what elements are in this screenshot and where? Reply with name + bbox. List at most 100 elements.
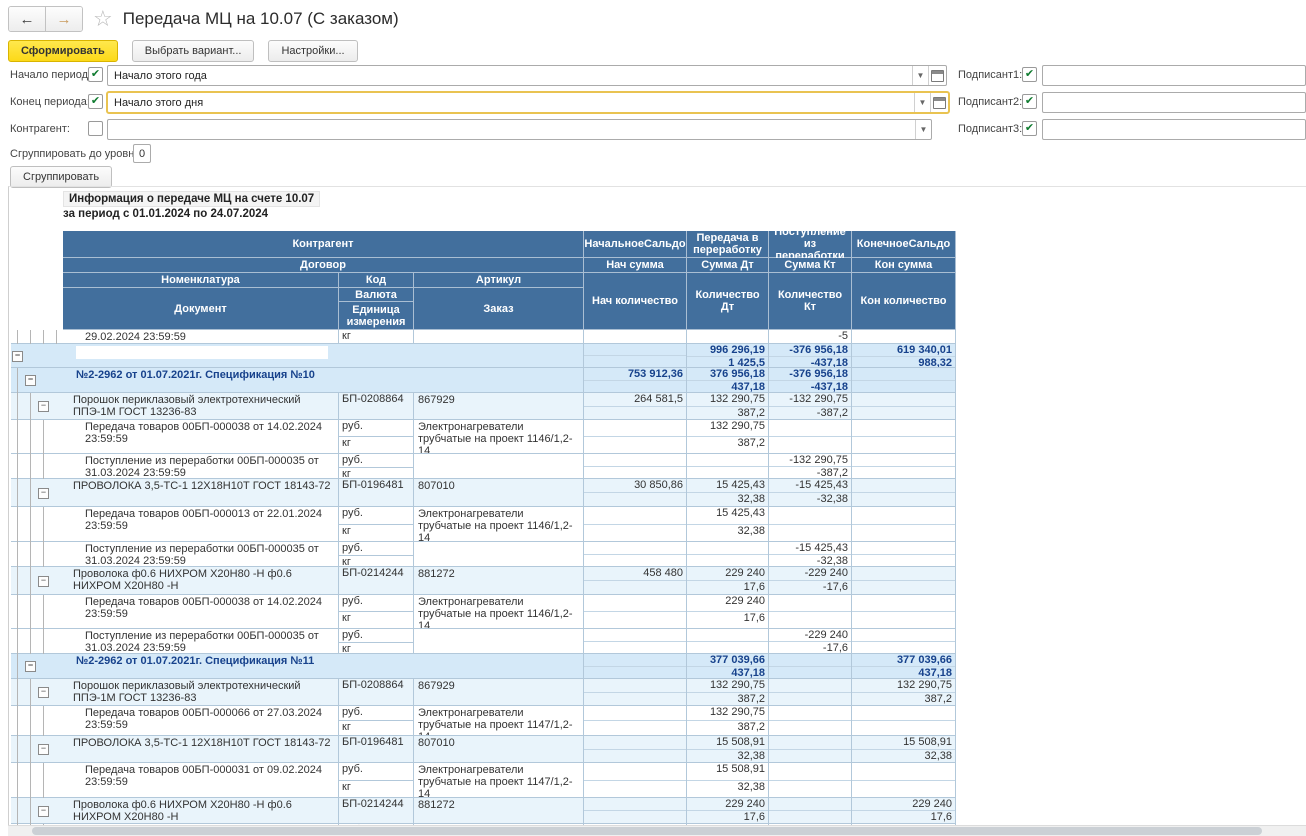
tree-slot: − (24, 368, 37, 392)
period-start-field[interactable]: Начало этого года ▼ (107, 65, 947, 86)
n3-top-value: -15 425,43 (769, 479, 851, 493)
check-icon: ✔ (90, 68, 101, 80)
tree-slot (11, 629, 24, 654)
col-transfer: Передача в переработку (687, 231, 769, 258)
horizontal-scrollbar[interactable] (8, 825, 1306, 836)
row-cells: №2-2962 от 01.07.2021г. Спецификация №11… (63, 654, 956, 678)
collapse-toggle-icon[interactable]: − (38, 805, 49, 817)
counterparty-dropdown-button[interactable]: ▼ (915, 120, 931, 139)
code-currency-cell: БП-0196481 (339, 736, 414, 762)
tree-slot (24, 629, 37, 654)
collapse-toggle-icon[interactable]: − (38, 744, 49, 755)
tree-gutter: − (11, 393, 63, 420)
counterparty-field[interactable]: ▼ (107, 119, 932, 140)
signer2-checkbox[interactable]: ✔ (1022, 94, 1037, 109)
collapse-toggle-icon[interactable]: − (25, 661, 36, 672)
n2-cell: 229 24017,6 (687, 567, 769, 594)
col-document: Документ (63, 288, 339, 330)
period-start-dropdown-button[interactable]: ▼ (912, 66, 928, 85)
n4-cell (852, 330, 956, 343)
tree-slot: − (37, 736, 50, 762)
collapse-toggle-icon[interactable]: − (38, 687, 49, 698)
n4-top-value: 377 039,66 (852, 654, 955, 667)
scrollbar-thumb[interactable] (32, 827, 1262, 835)
table-header: Контрагент НачальноеСальдо Передача в пе… (63, 226, 956, 330)
signer3-label: Подписант3: (958, 123, 1023, 135)
collapse-toggle-icon[interactable]: − (12, 350, 23, 362)
collapse-toggle-icon[interactable]: − (38, 575, 49, 587)
period-end-value: Начало этого дня (114, 96, 204, 109)
period-end-calendar-button[interactable] (930, 93, 948, 112)
n4-cell (852, 420, 956, 453)
n4-cell: 619 340,01 988,32 (852, 344, 956, 367)
collapse-toggle-icon[interactable]: − (25, 375, 36, 386)
forward-button[interactable]: → (45, 7, 82, 31)
code-currency-cell: кг (339, 330, 414, 343)
tree-line (17, 798, 18, 824)
collapse-toggle-icon[interactable]: − (38, 487, 49, 499)
period-start-calendar-button[interactable] (928, 66, 946, 85)
n3-top-value (769, 706, 851, 721)
group-cell: №2-2962 от 01.07.2021г. Спецификация №11 (63, 654, 584, 678)
n2-bottom-value: 1 425,5 (728, 357, 765, 367)
signer1-field[interactable] (1042, 65, 1306, 86)
n1-cell (584, 420, 687, 453)
col-opening-qty: Нач количество (584, 273, 687, 330)
col-closing-balance: КонечноеСальдо (852, 231, 956, 258)
tree-slot: − (37, 679, 50, 705)
signer2-field[interactable] (1042, 92, 1306, 113)
n1-top-value (584, 706, 686, 721)
tree-line (17, 454, 18, 479)
table-row: Передача товаров 00БП-000013 от 22.01.20… (11, 507, 956, 542)
n3-cell: -132 290,75 -387,2 (769, 393, 852, 419)
settings-button[interactable]: Настройки... (268, 40, 358, 62)
period-end-checkbox[interactable]: ✔ (88, 94, 103, 109)
n4-bottom-value (852, 721, 955, 735)
tree-line (17, 595, 18, 629)
signer3-field[interactable] (1042, 119, 1306, 140)
group-button[interactable]: Сгруппировать (10, 166, 113, 188)
tree-line (17, 736, 18, 763)
tree-slot (24, 798, 37, 824)
document-cell: Поступление из переработки 00БП-000035 о… (63, 629, 339, 653)
n1-top-value (584, 420, 686, 437)
currency-rub: руб. (339, 542, 413, 556)
back-button[interactable]: ← (9, 7, 45, 31)
tree-slot (37, 420, 50, 454)
tree-line (43, 763, 44, 798)
group-level-input[interactable]: 0 (133, 144, 151, 163)
generate-button[interactable]: Сформировать (8, 40, 118, 62)
col-code: Код (339, 273, 414, 288)
period-end-field[interactable]: Начало этого дня ▼ (106, 91, 950, 114)
order-cell: Электронагреватели трубчатые на проект 1… (414, 763, 584, 797)
tree-line (30, 393, 31, 420)
app-window: ← → ☆ Передача МЦ на 10.07 (С заказом) С… (0, 0, 1306, 836)
choose-variant-button[interactable]: Выбрать вариант... (131, 40, 255, 62)
n3-top-value: -132 290,75 (769, 393, 851, 407)
signer1-checkbox[interactable]: ✔ (1022, 67, 1037, 82)
n4-bottom-value: 437,18 (918, 667, 952, 678)
n2-cell: 229 24017,6 (687, 595, 769, 628)
table-row: − Порошок периклазовый электротехнический… (11, 679, 956, 706)
signer3-checkbox[interactable]: ✔ (1022, 121, 1037, 136)
n3-top-value (769, 595, 851, 612)
n1-top-value (584, 736, 686, 750)
n2-bottom-value: 32,38 (737, 524, 765, 537)
counterparty-checkbox[interactable] (88, 121, 103, 136)
tree-slot (24, 393, 37, 420)
code-value: БП-0208864 (342, 393, 404, 405)
article-cell: 881272 (414, 798, 584, 823)
n4-bottom-value (852, 581, 955, 594)
tree-slot (37, 706, 50, 736)
currency-kg: кг (342, 721, 351, 733)
collapse-toggle-icon[interactable]: − (38, 401, 49, 412)
n4-cell (852, 706, 956, 735)
period-start-checkbox[interactable]: ✔ (88, 67, 103, 82)
n3-bottom-value (769, 693, 851, 706)
n4-cell: 132 290,75 387,2 (852, 679, 956, 705)
period-end-dropdown-button[interactable]: ▼ (914, 93, 930, 112)
tree-line (30, 595, 31, 629)
back-arrow-icon: ← (19, 10, 35, 28)
tree-line (17, 679, 18, 706)
favorite-star-icon[interactable]: ☆ (93, 8, 113, 30)
